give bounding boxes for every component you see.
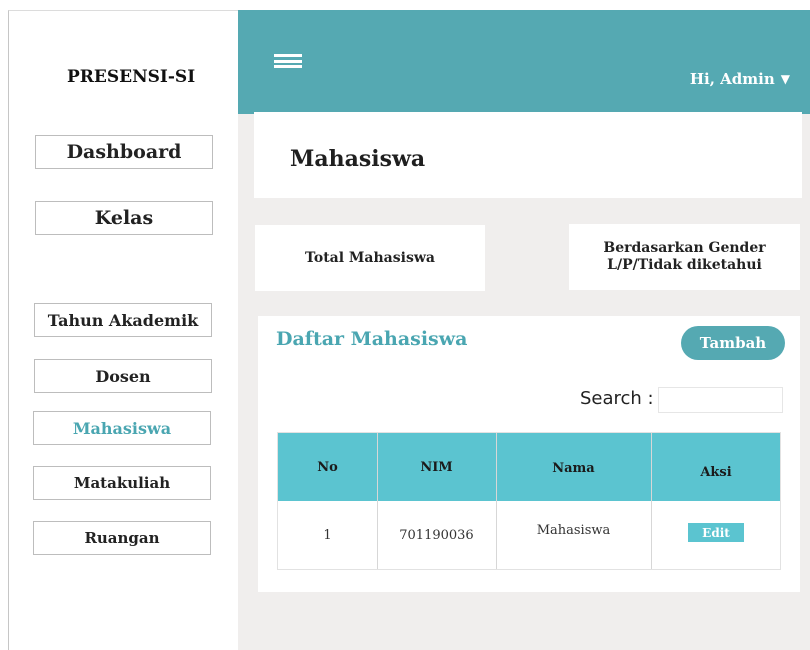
user-menu[interactable]: Hi, Admin ▼ [690,70,790,88]
sidebar-item-tahun-akademik[interactable]: Tahun Akademik [34,303,212,337]
edit-button[interactable]: Edit [688,523,744,542]
cell-aksi: Edit [651,501,781,569]
sidebar-item-dashboard[interactable]: Dashboard [35,135,213,169]
sidebar-item-kelas[interactable]: Kelas [35,201,213,235]
tambah-button[interactable]: Tambah [681,326,785,360]
cell-nama: Mahasiswa [536,523,611,538]
total-mahasiswa-card: Total Mahasiswa [255,225,485,291]
daftar-mahasiswa-card: Daftar Mahasiswa Tambah Search : No NIM … [258,316,800,592]
cell-no: 1 [323,527,332,543]
gender-label-line1: Berdasarkan Gender [603,240,766,256]
hamburger-icon[interactable] [274,54,302,68]
total-mahasiswa-label: Total Mahasiswa [305,249,435,266]
cell-nim: 701190036 [399,527,474,543]
gender-card: Berdasarkan Gender L/P/Tidak diketahui [569,224,800,290]
sidebar-item-ruangan[interactable]: Ruangan [33,521,211,555]
sidebar-item-matakuliah[interactable]: Matakuliah [33,466,211,500]
column-header-nama: Nama [552,461,595,476]
search-label: Search : [580,388,654,409]
chevron-down-icon: ▼ [780,72,790,86]
column-header-no: No [317,459,338,475]
mahasiswa-table: No NIM Nama Aksi 1 701190036 Mahasiswa E… [277,432,781,570]
top-header: Hi, Admin ▼ [238,10,810,114]
column-header-nim: NIM [420,459,453,475]
user-greeting: Hi, Admin [689,70,775,88]
sidebar-item-dosen[interactable]: Dosen [34,359,212,393]
gender-label-line2: L/P/Tidak diketahui [607,257,762,273]
page-title-card: Mahasiswa [254,112,802,198]
page-title: Mahasiswa [290,146,426,172]
app-brand: PRESENSI-SI [67,67,196,87]
sidebar-item-mahasiswa[interactable]: Mahasiswa [33,411,211,445]
search-input[interactable] [658,387,783,413]
column-header-aksi: Aksi [700,464,732,480]
list-title: Daftar Mahasiswa [276,328,468,350]
